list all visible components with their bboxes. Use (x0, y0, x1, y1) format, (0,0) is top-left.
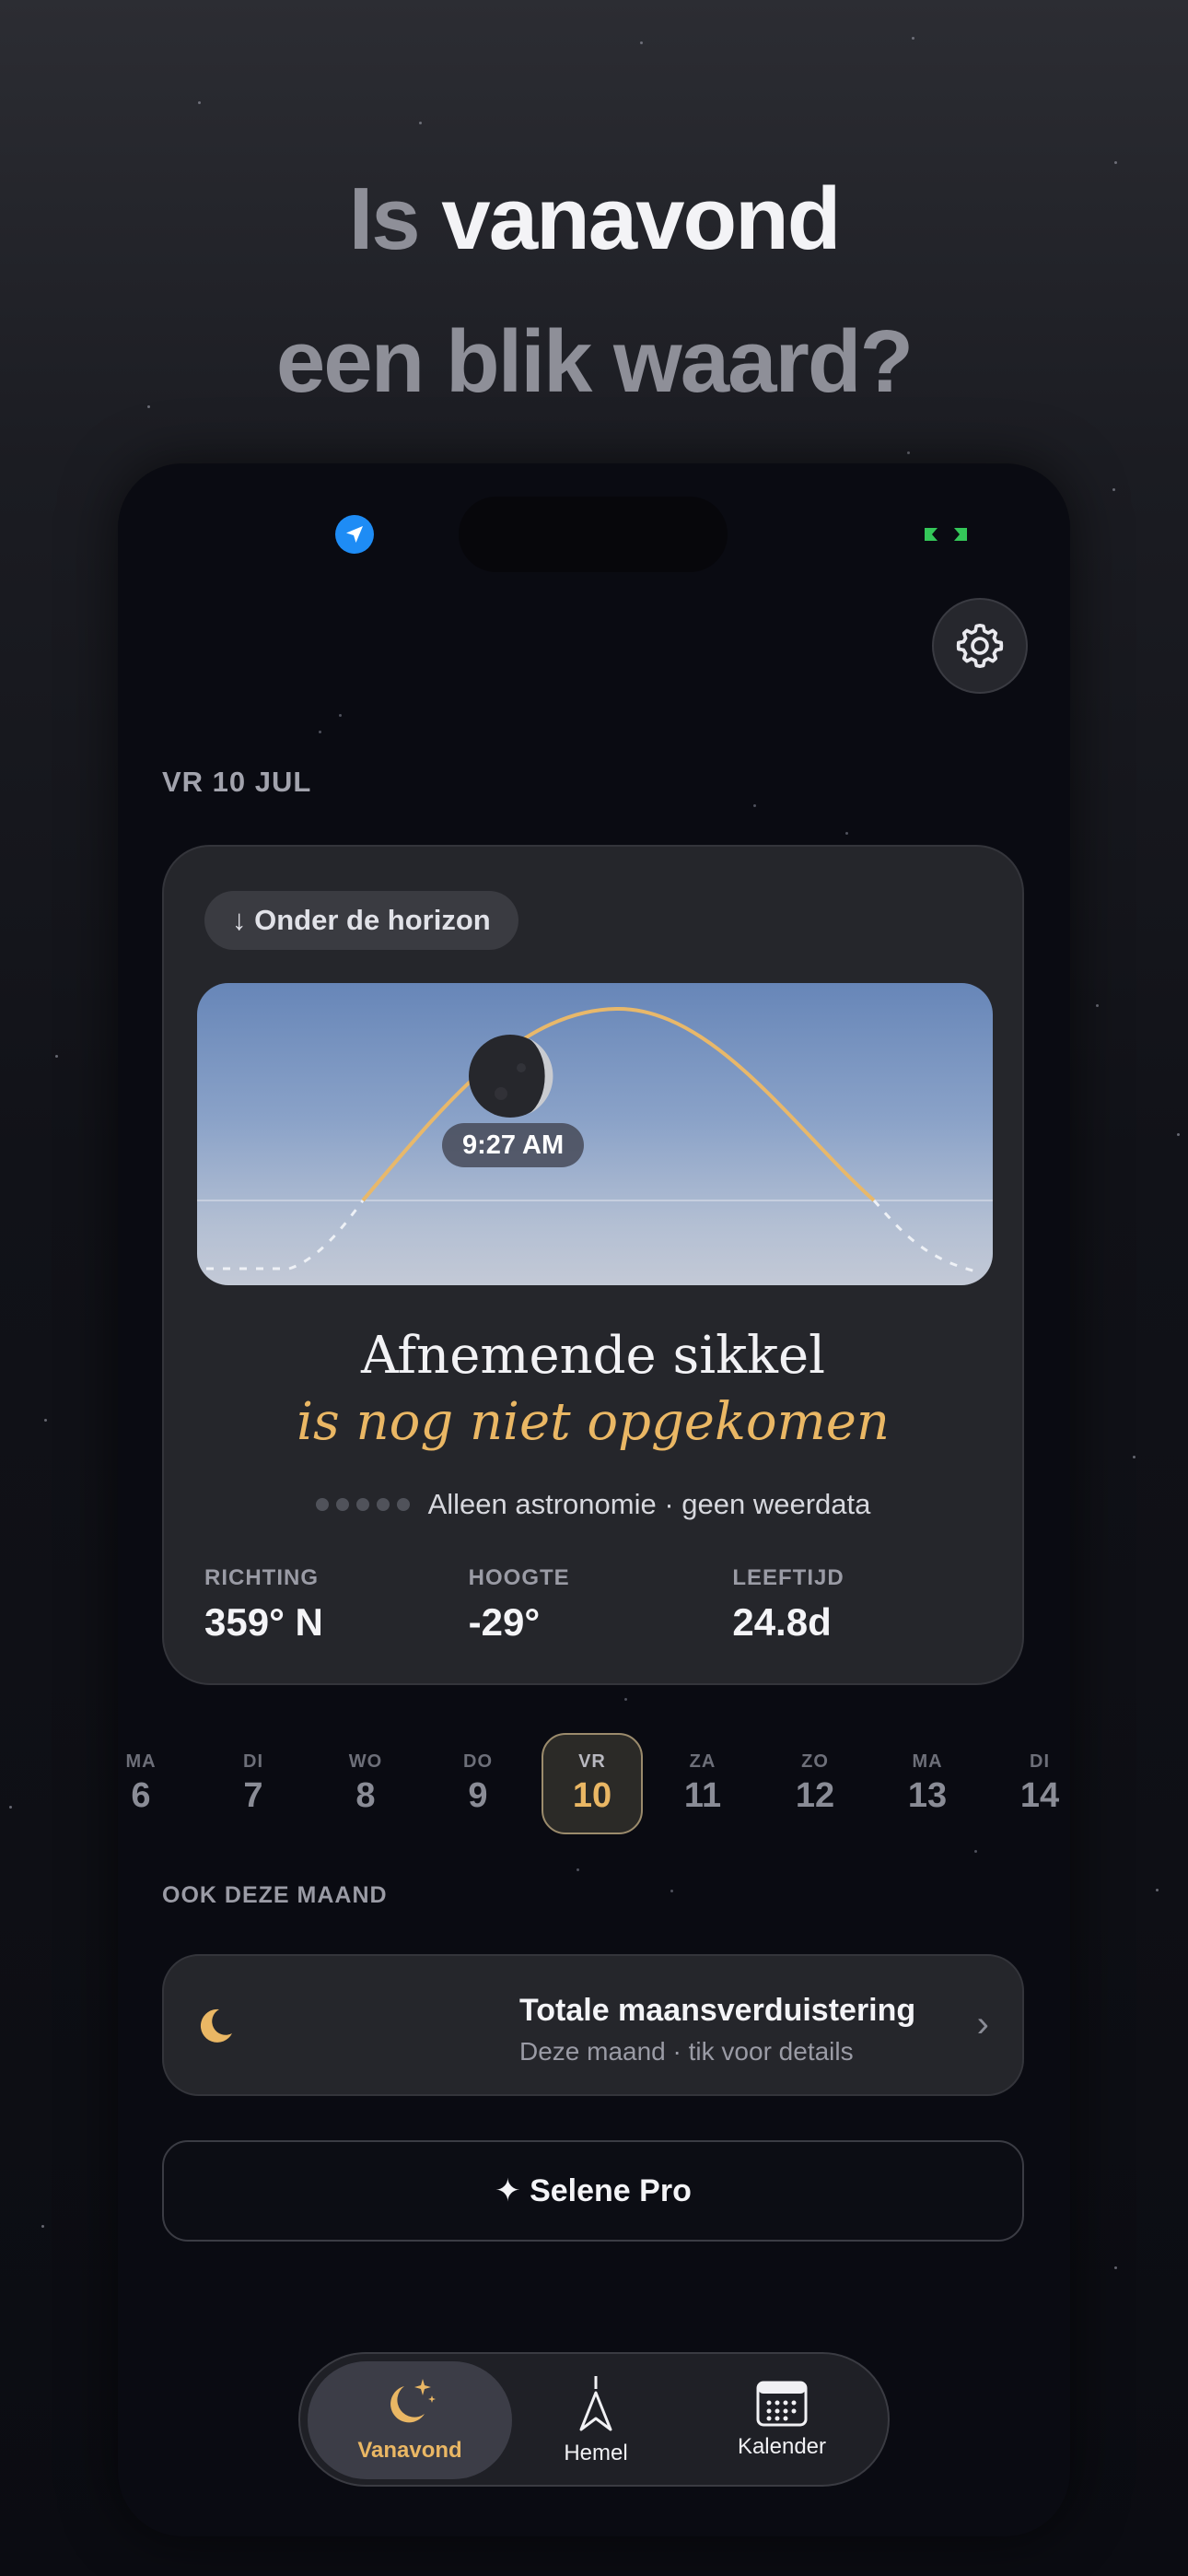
tab-label: Kalender (737, 2434, 827, 2459)
day-name: WO (348, 1751, 383, 1772)
tab-kalender[interactable]: Kalender (680, 2361, 884, 2479)
day-item[interactable]: WO 8 (315, 1733, 416, 1834)
event-title: Totale maansverduistering (519, 1993, 916, 2028)
section-label: OOK DEZE MAAND (162, 1882, 388, 1908)
day-name: MA (912, 1751, 943, 1772)
headline-part2: vanavond (441, 170, 841, 268)
tab-hemel[interactable]: Hemel (494, 2361, 698, 2479)
day-name: ZA (689, 1751, 716, 1772)
moon-phase-status: is nog niet opgekomen (297, 1392, 890, 1452)
stat-label: LEEFTIJD (732, 1565, 844, 1590)
stat-age: LEEFTIJD 24.8d (732, 1565, 996, 1645)
day-number: 14 (1019, 1776, 1060, 1815)
day-name: DI (243, 1751, 263, 1772)
phone-frame: VR 10 JUL ↓ Onder de horizon 9:27 AM Afn… (118, 463, 1070, 2536)
day-item-selected[interactable]: VR 10 (542, 1733, 643, 1834)
stat-value: 24.8d (732, 1600, 832, 1644)
stat-label: HOOGTE (468, 1565, 570, 1590)
stat-altitude: HOOGTE -29° (469, 1565, 733, 1645)
day-number: 12 (795, 1776, 835, 1815)
day-name: VR (578, 1751, 606, 1772)
event-card[interactable]: Totale maansverduistering Deze maand · t… (162, 1954, 1024, 2096)
day-name: DO (463, 1751, 493, 1772)
stat-value: -29° (468, 1600, 541, 1644)
day-item[interactable]: DO 9 (427, 1733, 529, 1834)
headline-part1: Is (348, 170, 421, 268)
tab-bar: Vanavond Hemel Kalender (298, 2352, 890, 2487)
chevron-right-icon: › (976, 2004, 989, 2044)
headline: Is vanavond een blik waard? (0, 147, 1188, 433)
day-number: 10 (572, 1776, 612, 1815)
weather-note-row: Alleen astronomie · geen weerdata (164, 1488, 1022, 1521)
selene-pro-button[interactable]: ✦ Selene Pro (162, 2140, 1024, 2242)
tab-label: Hemel (564, 2441, 628, 2465)
day-number: 6 (131, 1776, 151, 1815)
tab-vanavond[interactable]: Vanavond (308, 2361, 512, 2479)
crescent-moon-icon (200, 2008, 232, 2043)
day-item[interactable]: ZO 12 (764, 1733, 866, 1834)
day-item[interactable]: ZA 11 (652, 1733, 753, 1834)
moon-path-below-left (206, 1200, 365, 1270)
moon-stars-icon (390, 2379, 436, 2423)
day-number: 13 (907, 1776, 948, 1815)
link-icon (919, 521, 973, 548)
day-name: DI (1030, 1751, 1050, 1772)
moon-phase-name: Afnemende sikkel (360, 1326, 826, 1386)
location-arrow-icon (335, 515, 374, 554)
day-name: MA (125, 1751, 157, 1772)
day-item[interactable]: MA 6 (118, 1733, 192, 1834)
day-number: 8 (355, 1776, 376, 1815)
day-number: 11 (683, 1776, 722, 1815)
tab-label: Vanavond (357, 2438, 462, 2463)
dynamic-island (459, 497, 728, 572)
day-item[interactable]: DI 7 (203, 1733, 304, 1834)
day-selector: MA 6 DI 7 WO 8 DO 9 VR 10 ZA 11 ZO 12 MA 13 DI 14 (118, 1733, 1070, 1834)
day-item[interactable]: MA 13 (877, 1733, 978, 1834)
moon-path-above (361, 1006, 876, 1202)
day-number: 7 (243, 1776, 263, 1815)
settings-button[interactable] (932, 598, 1028, 694)
moon-stats: RICHTING 359° N HOOGTE -29° LEEFTIJD 24.… (204, 1565, 996, 1645)
moon-card[interactable]: ↓ Onder de horizon 9:27 AM Afnemende sik… (162, 845, 1024, 1685)
rating-dots (315, 1498, 410, 1511)
day-number: 9 (468, 1776, 488, 1815)
date-label: VR 10 JUL (162, 766, 312, 798)
stat-direction: RICHTING 359° N (204, 1565, 469, 1645)
day-name: ZO (801, 1751, 829, 1772)
day-item[interactable]: DI 14 (989, 1733, 1070, 1834)
horizon-status-badge: ↓ Onder de horizon (204, 891, 518, 950)
moon-icon (469, 1035, 553, 1118)
headline-line2: een blik waard? (275, 312, 914, 411)
moon-path-below-right (872, 1200, 981, 1274)
calendar-icon (756, 2381, 808, 2427)
stat-label: RICHTING (204, 1565, 319, 1590)
stat-value: 359° N (204, 1600, 323, 1644)
event-subtitle: Deze maand · tik voor details (519, 2037, 854, 2066)
weather-note: Alleen astronomie · geen weerdata (427, 1488, 871, 1520)
gear-icon (956, 623, 1004, 669)
compass-arrow-icon (579, 2376, 612, 2431)
moon-path-chart: 9:27 AM (197, 983, 993, 1285)
moonrise-time-label: 9:27 AM (442, 1123, 585, 1167)
